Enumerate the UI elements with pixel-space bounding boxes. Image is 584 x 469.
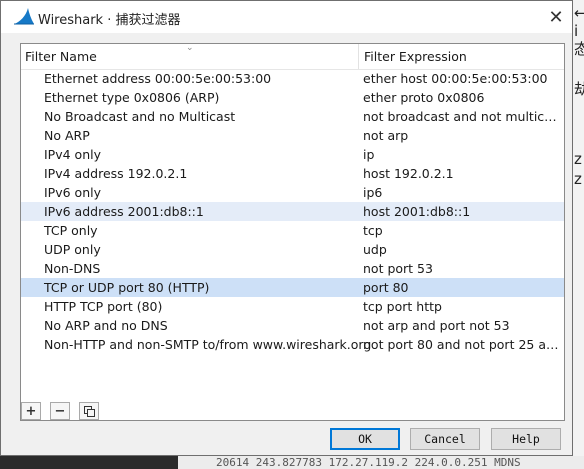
sort-chevron-icon: ⌄ bbox=[186, 43, 194, 53]
filter-expression-cell: not broadcast and not multicast bbox=[363, 109, 563, 124]
filter-row[interactable]: No ARP and no DNS not arp and port not 53 bbox=[21, 316, 564, 335]
filter-name-cell: IPv4 address 192.0.2.1 bbox=[44, 166, 188, 181]
filter-expression-cell: ether proto 0x0806 bbox=[363, 90, 485, 105]
filter-name-cell: IPv4 only bbox=[44, 147, 101, 162]
background-glyph: i bbox=[574, 22, 579, 40]
add-filter-button[interactable]: + bbox=[21, 402, 41, 420]
filter-row[interactable]: Non-HTTP and non-SMTP to/from www.wiresh… bbox=[21, 335, 564, 354]
filter-expression-cell: not port 80 and not port 25 and... bbox=[363, 337, 563, 352]
filter-name-cell: Non-DNS bbox=[44, 261, 101, 276]
list-header: Filter Name ⌄ Filter Expression bbox=[21, 44, 564, 70]
filter-name-cell: Non-HTTP and non-SMTP to/from www.wiresh… bbox=[44, 337, 372, 352]
filter-row[interactable]: Non-DNS not port 53 bbox=[21, 259, 564, 278]
filter-name-cell: HTTP TCP port (80) bbox=[44, 299, 163, 314]
filter-row[interactable]: No Broadcast and no Multicast not broadca… bbox=[21, 107, 564, 126]
filter-expression-cell: ether host 00:00:5e:00:53:00 bbox=[363, 71, 548, 86]
copy-icon bbox=[84, 406, 95, 417]
filter-expression-cell: tcp port http bbox=[363, 299, 442, 314]
filter-expression-cell: port 80 bbox=[363, 280, 409, 295]
filter-row[interactable]: TCP only tcp bbox=[21, 221, 564, 240]
wireshark-fin-icon bbox=[14, 8, 34, 25]
background-glyph: ← bbox=[574, 4, 584, 22]
filter-name-cell: No Broadcast and no Multicast bbox=[44, 109, 236, 124]
filter-name-cell: No ARP bbox=[44, 128, 90, 143]
close-button[interactable]: ✕ bbox=[540, 1, 572, 33]
filter-name-cell: No ARP and no DNS bbox=[44, 318, 168, 333]
filter-expression-cell: udp bbox=[363, 242, 387, 257]
close-icon: ✕ bbox=[548, 6, 564, 28]
cancel-button[interactable]: Cancel bbox=[410, 428, 480, 450]
filter-list[interactable]: Filter Name ⌄ Filter Expression Ethernet… bbox=[20, 43, 565, 421]
filter-expression-cell: host 192.0.2.1 bbox=[363, 166, 454, 181]
filter-name-cell: TCP only bbox=[44, 223, 98, 238]
filter-expression-cell: tcp bbox=[363, 223, 383, 238]
plus-icon: + bbox=[25, 403, 37, 419]
remove-filter-button[interactable]: − bbox=[50, 402, 70, 420]
column-divider[interactable] bbox=[358, 44, 359, 69]
background-glyph: 劫 bbox=[574, 80, 584, 98]
filter-row[interactable]: No ARP not arp bbox=[21, 126, 564, 145]
help-button[interactable]: Help bbox=[491, 428, 561, 450]
filter-row[interactable]: Ethernet type 0x0806 (ARP) ether proto 0x… bbox=[21, 88, 564, 107]
filter-expression-cell: not arp bbox=[363, 128, 409, 143]
capture-filters-dialog: Wireshark · 捕获过滤器 ✕ Filter Name ⌄ Filter… bbox=[0, 0, 573, 456]
filter-name-cell: UDP only bbox=[44, 242, 101, 257]
window-title: Wireshark · 捕获过滤器 bbox=[38, 13, 181, 28]
filter-row[interactable]: HTTP TCP port (80) tcp port http bbox=[21, 297, 564, 316]
filter-rows: Ethernet address 00:00:5e:00:53:00 ether … bbox=[21, 69, 564, 354]
minus-icon: − bbox=[54, 403, 66, 419]
background-glyph: 态 bbox=[574, 40, 584, 58]
filter-expression-cell: not port 53 bbox=[363, 261, 433, 276]
filter-expression-cell: not arp and port not 53 bbox=[363, 318, 510, 333]
filter-name-cell: IPv6 address 2001:db8::1 bbox=[44, 204, 204, 219]
column-header-filter-name[interactable]: Filter Name bbox=[25, 49, 97, 64]
filter-name-cell: Ethernet address 00:00:5e:00:53:00 bbox=[44, 71, 272, 86]
ok-button[interactable]: OK bbox=[330, 428, 400, 450]
title-bar[interactable]: Wireshark · 捕获过滤器 ✕ bbox=[1, 1, 572, 33]
background-glyph: z bbox=[574, 170, 582, 188]
filter-row[interactable]: UDP only udp bbox=[21, 240, 564, 259]
copy-filter-button[interactable] bbox=[79, 402, 99, 420]
filter-name-cell: Ethernet type 0x0806 (ARP) bbox=[44, 90, 220, 105]
filter-row[interactable]: TCP or UDP port 80 (HTTP) port 80 bbox=[21, 278, 564, 297]
background-packet-row: 20614 243.827783 172.27.119.2 224.0.0.25… bbox=[178, 456, 584, 469]
filter-name-cell: TCP or UDP port 80 (HTTP) bbox=[44, 280, 210, 295]
filter-expression-cell: ip bbox=[363, 147, 375, 162]
filter-name-cell: IPv6 only bbox=[44, 185, 101, 200]
background-glyph: z bbox=[574, 150, 582, 168]
filter-row[interactable]: Ethernet address 00:00:5e:00:53:00 ether … bbox=[21, 69, 564, 88]
filter-row[interactable]: IPv4 address 192.0.2.1 host 192.0.2.1 bbox=[21, 164, 564, 183]
filter-expression-cell: ip6 bbox=[363, 185, 383, 200]
filter-row[interactable]: IPv4 only ip bbox=[21, 145, 564, 164]
filter-row[interactable]: IPv6 only ip6 bbox=[21, 183, 564, 202]
filter-expression-cell: host 2001:db8::1 bbox=[363, 204, 471, 219]
background-window-edge: ← i 态 劫 z z bbox=[573, 0, 584, 469]
column-header-filter-expression[interactable]: Filter Expression bbox=[364, 49, 467, 64]
filter-row[interactable]: IPv6 address 2001:db8::1 host 2001:db8::1 bbox=[21, 202, 564, 221]
